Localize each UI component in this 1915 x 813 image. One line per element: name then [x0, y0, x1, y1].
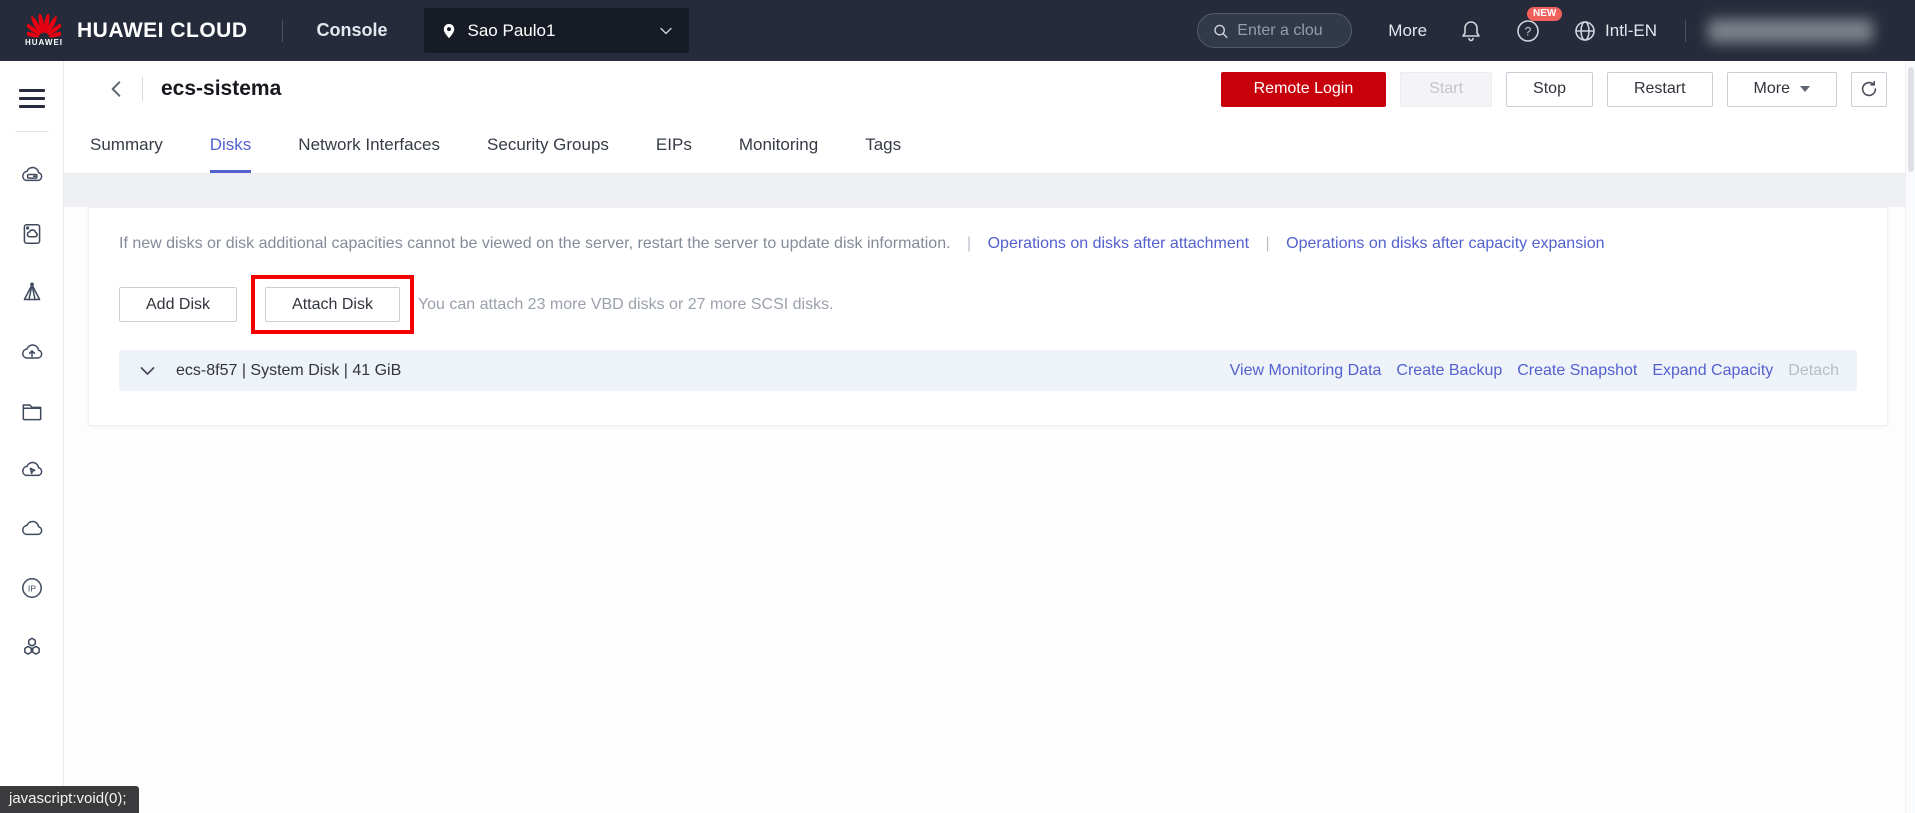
sidebar-item-ecs[interactable]	[10, 153, 54, 197]
bell-icon	[1459, 18, 1483, 44]
cloud-icon	[19, 516, 45, 542]
top-navbar: HUAWEI HUAWEI CLOUD Console Sao Paulo1 M…	[0, 0, 1915, 61]
brand-title: HUAWEI CLOUD	[77, 19, 248, 43]
tab-tags[interactable]: Tags	[865, 117, 901, 173]
location-pin-icon	[440, 21, 458, 41]
sidebar-item-eip[interactable]: IP	[10, 566, 54, 610]
tab-summary[interactable]: Summary	[90, 117, 163, 173]
region-selector[interactable]: Sao Paulo1	[424, 8, 689, 53]
tab-network-interfaces[interactable]: Network Interfaces	[298, 117, 440, 173]
expand-capacity-link[interactable]: Expand Capacity	[1652, 362, 1773, 380]
header-divider	[142, 77, 143, 101]
global-search[interactable]	[1197, 13, 1352, 48]
content-gap	[64, 174, 1915, 207]
logo-caption: HUAWEI	[25, 38, 63, 47]
globe-icon	[1573, 19, 1597, 43]
sidebar-item-evs[interactable]	[10, 330, 54, 374]
sidebar-item-storage[interactable]	[10, 389, 54, 433]
stop-button[interactable]: Stop	[1506, 72, 1593, 107]
pipe-separator: |	[1266, 235, 1270, 252]
vertical-scrollbar[interactable]	[1905, 61, 1915, 813]
add-disk-button[interactable]: Add Disk	[119, 287, 237, 322]
nav-more-link[interactable]: More	[1388, 21, 1427, 41]
notice-text: If new disks or disk additional capaciti…	[119, 235, 951, 252]
chevron-down-icon	[659, 26, 673, 36]
menu-toggle-button[interactable]	[13, 78, 51, 119]
caret-down-icon	[1800, 86, 1810, 92]
huawei-logo[interactable]: HUAWEI	[25, 14, 63, 47]
console-link[interactable]: Console	[317, 20, 388, 41]
pyramid-icon	[19, 280, 45, 306]
create-snapshot-link[interactable]: Create Snapshot	[1517, 362, 1637, 380]
sidebar-item-cce[interactable]	[10, 448, 54, 492]
sidebar-item-auto-scaling[interactable]	[10, 271, 54, 315]
notifications-button[interactable]	[1459, 18, 1483, 44]
chevron-down-icon	[139, 365, 156, 377]
hexagon-cluster-icon	[19, 634, 45, 660]
browser-status-bar: javascript:void(0);	[0, 786, 139, 813]
language-button[interactable]: Intl-EN	[1573, 19, 1657, 43]
back-chevron-icon	[108, 79, 124, 99]
sidebar-divider	[15, 131, 49, 132]
sidebar-item-cluster[interactable]	[10, 625, 54, 669]
tab-eips[interactable]: EIPs	[656, 117, 692, 173]
cloud-upload-icon	[19, 339, 45, 365]
back-button[interactable]	[104, 75, 128, 103]
nav-divider	[1685, 20, 1686, 42]
left-sidebar: IP	[0, 61, 64, 813]
detach-link-disabled: Detach	[1788, 362, 1839, 380]
sidebar-item-vpc[interactable]	[10, 507, 54, 551]
link-operations-after-capacity-expansion[interactable]: Operations on disks after capacity expan…	[1286, 235, 1604, 252]
search-input[interactable]	[1237, 22, 1337, 40]
folder-icon	[19, 398, 45, 424]
attach-hint: You can attach 23 more VBD disks or 27 m…	[418, 296, 834, 314]
scrollbar-thumb[interactable]	[1908, 67, 1914, 172]
disk-label: ecs-8f57 | System Disk | 41 GiB	[176, 362, 401, 380]
ip-circle-icon: IP	[19, 575, 45, 601]
svg-text:IP: IP	[27, 583, 35, 593]
new-badge: NEW	[1527, 7, 1562, 21]
start-button[interactable]: Start	[1400, 72, 1492, 107]
sidebar-item-images[interactable]	[10, 212, 54, 256]
search-icon	[1212, 22, 1229, 40]
svg-text:?: ?	[1525, 24, 1532, 38]
account-name-blurred[interactable]	[1708, 19, 1873, 43]
disk-actions: View Monitoring Data Create Backup Creat…	[1230, 362, 1839, 380]
link-operations-after-attachment[interactable]: Operations on disks after attachment	[988, 235, 1249, 252]
more-button[interactable]: More	[1727, 72, 1837, 107]
region-label: Sao Paulo1	[468, 21, 659, 41]
view-monitoring-data-link[interactable]: View Monitoring Data	[1230, 362, 1382, 380]
cloud-pointer-icon	[19, 457, 45, 483]
locale-label[interactable]: Intl-EN	[1605, 21, 1657, 41]
refresh-button[interactable]	[1851, 72, 1887, 107]
attach-disk-highlight-box: Attach Disk	[251, 275, 414, 334]
disk-notice: If new disks or disk additional capaciti…	[119, 235, 1857, 253]
detail-tabbar: Summary Disks Network Interfaces Securit…	[64, 117, 1915, 174]
tab-monitoring[interactable]: Monitoring	[739, 117, 818, 173]
remote-login-button[interactable]: Remote Login	[1221, 72, 1387, 107]
refresh-icon	[1859, 79, 1879, 99]
page-title: ecs-sistema	[161, 77, 281, 101]
disk-toolbar: Add Disk Attach Disk You can attach 23 m…	[119, 275, 1857, 334]
help-button[interactable]: ? NEW	[1515, 18, 1541, 44]
more-button-label: More	[1754, 80, 1790, 98]
help-icon: ?	[1515, 18, 1541, 44]
expand-disk-toggle[interactable]	[139, 365, 156, 377]
main-area: ecs-sistema Remote Login Start Stop Rest…	[64, 61, 1915, 813]
tab-disks[interactable]: Disks	[210, 117, 252, 173]
attach-disk-button[interactable]: Attach Disk	[265, 287, 400, 322]
image-box-icon	[19, 221, 45, 247]
disk-row: ecs-8f57 | System Disk | 41 GiB View Mon…	[119, 350, 1857, 391]
restart-button[interactable]: Restart	[1607, 72, 1713, 107]
huawei-flower-icon	[27, 14, 61, 40]
page-header: ecs-sistema Remote Login Start Stop Rest…	[64, 61, 1915, 117]
pipe-separator: |	[967, 235, 971, 252]
disks-panel: If new disks or disk additional capaciti…	[88, 207, 1888, 426]
cloud-server-icon	[19, 162, 45, 188]
create-backup-link[interactable]: Create Backup	[1396, 362, 1502, 380]
nav-divider	[282, 20, 283, 42]
tab-security-groups[interactable]: Security Groups	[487, 117, 609, 173]
